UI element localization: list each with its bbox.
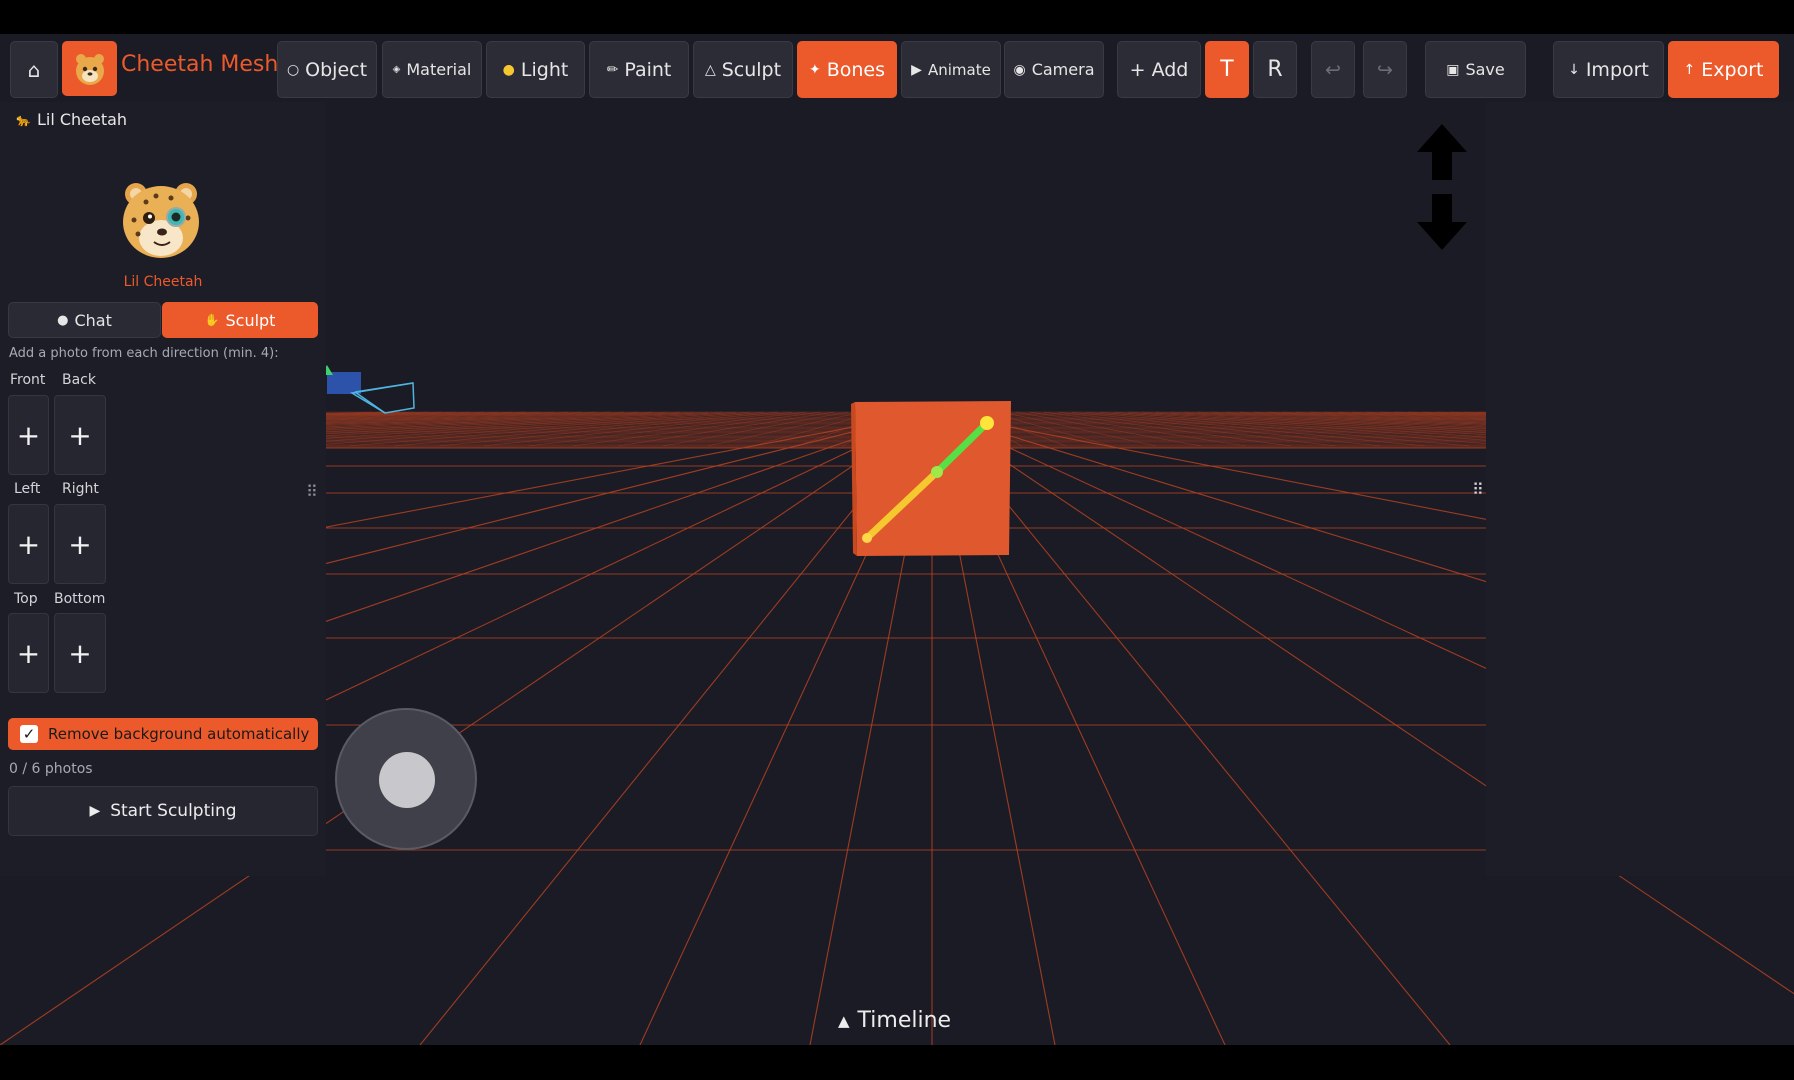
play-icon: ▶	[911, 61, 922, 78]
import-button[interactable]: ↓ Import	[1553, 41, 1664, 98]
add-photo-front-button[interactable]: +	[8, 395, 49, 475]
add-object-button[interactable]: + Add	[1117, 41, 1201, 98]
save-button[interactable]: ▣ Save	[1425, 41, 1526, 98]
panel-resize-handle[interactable]: ⠿	[306, 482, 318, 501]
label-top: Top	[14, 591, 38, 607]
tab-chat[interactable]: ● Chat	[8, 302, 161, 338]
avatar-name: Lil Cheetah	[123, 274, 203, 290]
material-icon: ◈	[392, 64, 401, 75]
add-photo-left-button[interactable]: +	[8, 504, 49, 584]
home-button[interactable]: ⌂	[10, 41, 58, 98]
home-icon: ⌂	[27, 57, 41, 82]
circle-icon: ○	[286, 61, 300, 78]
floppy-disk-icon: ▣	[1446, 61, 1460, 78]
sculpt-hand-icon: ✋	[204, 313, 220, 327]
cheetah-logo-icon[interactable]	[62, 41, 117, 96]
paint-brush-icon: ✏	[606, 61, 619, 78]
panel-header: 🐆 Lil Cheetah	[16, 110, 128, 129]
photo-count: 0 / 6 photos	[9, 761, 93, 777]
add-photo-bottom-button[interactable]: +	[54, 613, 106, 693]
export-button[interactable]: ↑ Export	[1668, 41, 1779, 98]
remove-background-checkbox[interactable]: ✓ Remove background automatically	[8, 718, 318, 750]
add-photo-back-button[interactable]: +	[54, 395, 106, 475]
cheetah-avatar	[123, 183, 199, 258]
cheetah-icon: 🐆	[16, 112, 31, 127]
left-panel: 🐆 Lil Cheetah Lil Cheetah ● Chat ✋ Sculp…	[0, 102, 326, 876]
triangle-icon: △	[704, 61, 716, 78]
mode-bones-button[interactable]: ✦ Bones	[797, 41, 897, 98]
chat-bubble-icon: ●	[57, 312, 69, 328]
play-icon: ▶	[89, 803, 101, 819]
mode-camera-button[interactable]: ◉ Camera	[1004, 41, 1104, 98]
timeline-toggle-button[interactable]: ▲ Timeline	[838, 1008, 951, 1033]
bone-icon: ✦	[808, 61, 821, 78]
triangle-up-icon: ▲	[838, 1011, 850, 1030]
mode-object-button[interactable]: ○ Object	[277, 41, 377, 98]
checkmark-icon: ✓	[20, 725, 38, 743]
add-photo-top-button[interactable]: +	[8, 613, 49, 693]
mode-paint-button[interactable]: ✏ Paint	[589, 41, 689, 98]
mode-animate-button[interactable]: ▶ Animate	[901, 41, 1001, 98]
label-bottom: Bottom	[54, 591, 106, 607]
redo-button[interactable]: ↪	[1363, 41, 1407, 98]
mode-sculpt-button[interactable]: △ Sculpt	[693, 41, 793, 98]
app-title: Cheetah Mesh	[121, 52, 279, 77]
undo-button[interactable]: ↩	[1311, 41, 1355, 98]
add-photo-right-button[interactable]: +	[54, 504, 106, 584]
window-top-bar	[0, 0, 1794, 34]
rotate-tool-button[interactable]: R	[1253, 41, 1297, 98]
window-bottom-bar	[0, 1045, 1794, 1080]
label-right: Right	[62, 481, 99, 497]
photo-instructions: Add a photo from each direction (min. 4)…	[9, 346, 279, 361]
start-sculpting-button[interactable]: ▶ Start Sculpting	[8, 786, 318, 836]
label-front: Front	[10, 372, 46, 388]
label-back: Back	[62, 372, 96, 388]
undo-icon: ↩	[1325, 58, 1341, 81]
camera-joystick[interactable]	[335, 708, 477, 850]
mode-material-button[interactable]: ◈ Material	[382, 41, 482, 98]
label-left: Left	[14, 481, 41, 497]
import-arrow-icon: ↓	[1568, 61, 1580, 78]
vertical-move-arrows-icon[interactable]	[1412, 122, 1472, 252]
joystick-knob[interactable]	[379, 752, 435, 808]
translate-tool-button[interactable]: T	[1205, 41, 1249, 98]
redo-icon: ↪	[1377, 58, 1393, 81]
camera-icon: ◉	[1013, 61, 1026, 78]
right-panel	[1486, 102, 1794, 876]
scene-camera-gizmo	[321, 365, 415, 414]
export-arrow-icon: ↑	[1683, 61, 1696, 78]
light-bulb-icon: ●	[502, 61, 515, 78]
tab-sculpt[interactable]: ✋ Sculpt	[162, 302, 318, 338]
mode-light-button[interactable]: ● Light	[486, 41, 585, 98]
right-panel-resize-handle[interactable]: ⠿	[1472, 480, 1484, 499]
